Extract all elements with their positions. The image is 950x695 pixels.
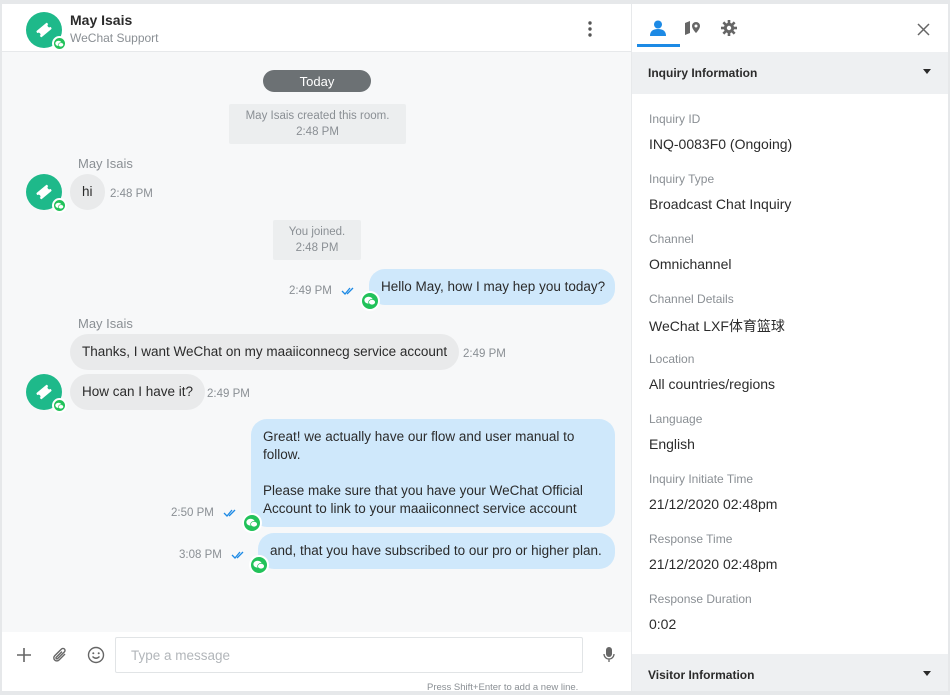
wechat-badge-icon: [52, 398, 67, 413]
close-icon[interactable]: [914, 20, 932, 38]
message-time: 3:08 PM: [179, 549, 222, 561]
contact-avatar[interactable]: [26, 12, 67, 51]
incoming-message: hi: [70, 174, 105, 210]
system-message-text: You joined.: [288, 226, 346, 238]
incoming-message: How can I have it?: [70, 374, 206, 410]
message-composer: Press Shift+Enter to add a new line.: [2, 632, 631, 691]
emoji-icon[interactable]: [86, 645, 106, 665]
message-time: 2:49 PM: [207, 388, 250, 400]
field-label: Response Duration: [649, 592, 752, 606]
tab-settings[interactable]: [716, 16, 742, 40]
message-input[interactable]: [115, 637, 583, 673]
sender-avatar[interactable]: [26, 374, 67, 413]
field-label: Channel: [649, 232, 694, 246]
field-value: All countries/regions: [649, 376, 776, 392]
contact-name: May Isais: [70, 12, 133, 28]
wechat-channel-icon: [249, 555, 269, 575]
caret-down-icon: [923, 671, 931, 676]
message-paragraph: Great! we actually have our flow and use…: [263, 429, 575, 462]
ticket-icon: [36, 22, 52, 38]
composer-hint: Press Shift+Enter to add a new line.: [427, 682, 579, 691]
message-paragraph: Please make sure that you have your WeCh…: [263, 483, 583, 516]
system-message-joined: You joined. 2:48 PM: [273, 220, 361, 260]
wechat-badge-icon: [52, 198, 67, 213]
field-value: WeChat LXF体育篮球: [649, 318, 785, 334]
date-divider: Today: [263, 70, 371, 92]
outgoing-message: Great! we actually have our flow and use…: [251, 419, 615, 527]
microphone-icon[interactable]: [599, 645, 619, 665]
system-message-text: May Isais created this room.: [245, 110, 390, 122]
chat-header: May Isais WeChat Support: [2, 4, 631, 52]
field-label: Inquiry Type: [649, 172, 715, 186]
field-value: 21/12/2020 02:48pm: [649, 496, 778, 512]
field-label: Response Time: [649, 532, 733, 546]
app-window: May Isais WeChat Support Today May Isais…: [2, 4, 948, 691]
section-title: Visitor Information: [648, 668, 755, 682]
read-ticks-icon: [341, 287, 354, 295]
panel-tabs: [632, 4, 948, 52]
field-value: Broadcast Chat Inquiry: [649, 196, 792, 212]
read-ticks-icon: [231, 551, 244, 559]
wechat-badge-icon: [52, 36, 67, 51]
message-time: 2:49 PM: [289, 285, 332, 297]
field-label: Inquiry ID: [649, 112, 701, 126]
attachment-icon[interactable]: [50, 645, 70, 665]
contact-subtitle: WeChat Support: [70, 31, 159, 45]
ticket-icon: [36, 384, 52, 400]
field-value: 21/12/2020 02:48pm: [649, 556, 778, 572]
add-icon[interactable]: [14, 645, 34, 665]
wechat-channel-icon: [360, 291, 380, 311]
chat-pane: May Isais WeChat Support Today May Isais…: [2, 4, 631, 691]
field-value: Omnichannel: [649, 256, 732, 272]
read-ticks-icon: [223, 509, 236, 517]
system-message-created: May Isais created this room. 2:48 PM: [229, 104, 406, 144]
map-pin-icon: [685, 21, 700, 35]
ticket-icon: [36, 184, 52, 200]
outgoing-message: Hello May, how I may hep you today?: [369, 269, 615, 305]
section-inquiry-information[interactable]: Inquiry Information: [632, 52, 948, 94]
more-options-icon[interactable]: [580, 18, 600, 40]
message-time: 2:49 PM: [463, 348, 506, 360]
field-value: English: [649, 436, 695, 452]
field-label: Language: [649, 412, 703, 426]
wechat-channel-icon: [242, 513, 262, 533]
outgoing-message: and, that you have subscribed to our pro…: [258, 533, 615, 569]
field-label: Location: [649, 352, 695, 366]
gear-icon: [721, 20, 737, 36]
user-icon: [650, 20, 666, 36]
incoming-message: Thanks, I want WeChat on my maaiiconnecg…: [70, 334, 460, 370]
section-visitor-information[interactable]: Visitor Information: [632, 654, 948, 691]
field-label: Channel Details: [649, 292, 734, 306]
field-value: INQ-0083F0 (Ongoing): [649, 136, 793, 152]
tab-inquiry-info[interactable]: [645, 16, 671, 40]
caret-down-icon: [923, 69, 931, 74]
message-list[interactable]: Today May Isais created this room. 2:48 …: [2, 52, 631, 632]
tab-location[interactable]: [680, 16, 706, 40]
message-time: 2:48 PM: [110, 188, 153, 200]
sender-name: May Isais: [78, 156, 133, 171]
system-message-time: 2:48 PM: [296, 126, 339, 138]
system-message-time: 2:48 PM: [295, 242, 339, 254]
sender-name: May Isais: [78, 316, 133, 331]
field-label: Inquiry Initiate Time: [649, 472, 754, 486]
details-panel: Inquiry Information Inquiry ID INQ-0083F0…: [631, 4, 948, 691]
message-time: 2:50 PM: [171, 507, 214, 519]
active-tab-indicator: [637, 44, 680, 47]
field-value: 0:02: [649, 616, 677, 632]
sender-avatar[interactable]: [26, 174, 67, 213]
section-title: Inquiry Information: [648, 66, 758, 80]
